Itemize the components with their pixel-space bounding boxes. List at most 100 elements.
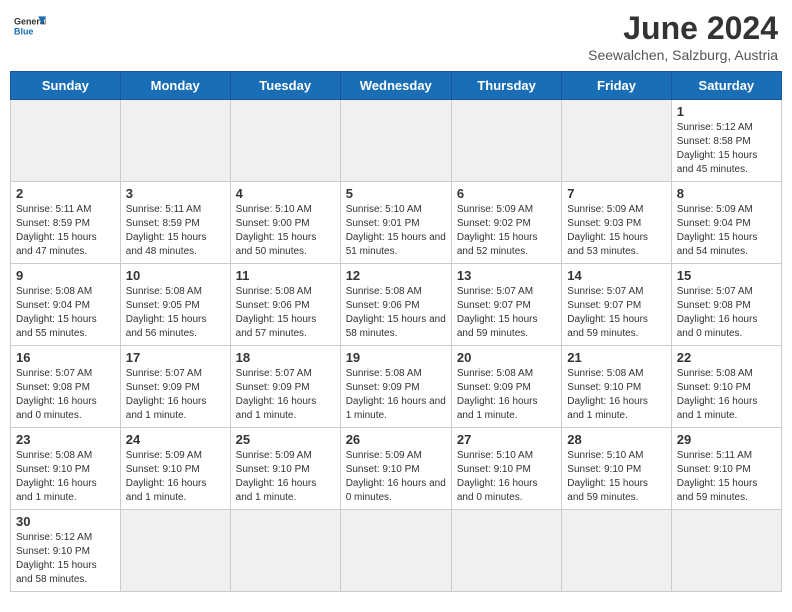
calendar-day-cell: 9 Sunrise: 5:08 AMSunset: 9:04 PMDaylight… [11,264,121,346]
location: Seewalchen, Salzburg, Austria [588,47,778,63]
calendar-day-cell: 25 Sunrise: 5:09 AMSunset: 9:10 PMDayligh… [230,428,340,510]
calendar-table: SundayMondayTuesdayWednesdayThursdayFrid… [10,71,782,592]
day-number: 4 [236,186,335,201]
calendar-day-cell: 21Sunrise: 5:08 AMSunset: 9:10 PMDayligh… [562,346,671,428]
day-info: Sunrise: 5:12 AMSunset: 9:10 PMDaylight:… [16,531,115,587]
calendar-day-cell: 8Sunrise: 5:09 AMSunset: 9:04 PMDaylight… [671,182,781,264]
calendar-week-row: 30 Sunrise: 5:12 AMSunset: 9:10 PMDayligh… [11,510,782,592]
calendar-day-cell [120,100,230,182]
calendar-week-row: 23Sunrise: 5:08 AMSunset: 9:10 PMDayligh… [11,428,782,510]
calendar-day-cell: 15Sunrise: 5:07 AMSunset: 9:08 PMDayligh… [671,264,781,346]
day-info: Sunrise: 5:08 AMSunset: 9:06 PMDaylight:… [346,285,446,341]
day-number: 24 [126,432,225,447]
day-info: Sunrise: 5:08 AMSunset: 9:04 PMDaylight:… [16,285,115,341]
calendar-day-cell: 16Sunrise: 5:07 AMSunset: 9:08 PMDayligh… [11,346,121,428]
day-of-week-header: Saturday [671,72,781,100]
day-info: Sunrise: 5:08 AMSunset: 9:06 PMDaylight:… [236,285,335,341]
calendar-day-cell: 26Sunrise: 5:09 AMSunset: 9:10 PMDayligh… [340,428,451,510]
day-info: Sunrise: 5:09 AMSunset: 9:10 PMDaylight:… [346,449,446,505]
day-number: 9 [16,268,115,283]
calendar-day-cell [451,100,561,182]
day-info: Sunrise: 5:11 AMSunset: 8:59 PMDaylight:… [16,203,115,259]
day-of-week-header: Sunday [11,72,121,100]
day-number: 29 [677,432,776,447]
calendar-day-cell: 22Sunrise: 5:08 AMSunset: 9:10 PMDayligh… [671,346,781,428]
calendar-day-cell: 18Sunrise: 5:07 AMSunset: 9:09 PMDayligh… [230,346,340,428]
day-number: 6 [457,186,556,201]
day-info: Sunrise: 5:07 AMSunset: 9:08 PMDaylight:… [677,285,776,341]
day-of-week-header: Friday [562,72,671,100]
day-info: Sunrise: 5:07 AMSunset: 9:08 PMDaylight:… [16,367,115,423]
calendar-day-cell: 29Sunrise: 5:11 AMSunset: 9:10 PMDayligh… [671,428,781,510]
day-number: 12 [346,268,446,283]
calendar-day-cell: 13 Sunrise: 5:07 AMSunset: 9:07 PMDayligh… [451,264,561,346]
day-info: Sunrise: 5:07 AMSunset: 9:07 PMDaylight:… [457,285,556,341]
day-number: 1 [677,104,776,119]
day-of-week-header: Thursday [451,72,561,100]
calendar-day-cell: 23Sunrise: 5:08 AMSunset: 9:10 PMDayligh… [11,428,121,510]
calendar-day-cell: 4 Sunrise: 5:10 AMSunset: 9:00 PMDaylight… [230,182,340,264]
calendar-day-cell [562,100,671,182]
calendar-day-cell [230,510,340,592]
day-info: Sunrise: 5:07 AMSunset: 9:07 PMDaylight:… [567,285,665,341]
calendar-week-row: 16Sunrise: 5:07 AMSunset: 9:08 PMDayligh… [11,346,782,428]
calendar-day-cell [562,510,671,592]
calendar-day-cell: 27 Sunrise: 5:10 AMSunset: 9:10 PMDayligh… [451,428,561,510]
day-info: Sunrise: 5:11 AMSunset: 8:59 PMDaylight:… [126,203,225,259]
day-number: 25 [236,432,335,447]
day-number: 23 [16,432,115,447]
day-of-week-header: Monday [120,72,230,100]
day-info: Sunrise: 5:10 AMSunset: 9:10 PMDaylight:… [567,449,665,505]
day-number: 28 [567,432,665,447]
day-info: Sunrise: 5:08 AMSunset: 9:09 PMDaylight:… [457,367,556,423]
calendar-day-cell: 17Sunrise: 5:07 AMSunset: 9:09 PMDayligh… [120,346,230,428]
title-block: June 2024 Seewalchen, Salzburg, Austria [588,10,778,63]
day-number: 20 [457,350,556,365]
page-header: General Blue June 2024 Seewalchen, Salzb… [10,10,782,63]
day-number: 5 [346,186,446,201]
calendar-day-cell: 20 Sunrise: 5:08 AMSunset: 9:09 PMDayligh… [451,346,561,428]
day-info: Sunrise: 5:09 AMSunset: 9:02 PMDaylight:… [457,203,556,259]
day-info: Sunrise: 5:09 AMSunset: 9:10 PMDaylight:… [236,449,335,505]
day-number: 10 [126,268,225,283]
day-number: 7 [567,186,665,201]
day-number: 22 [677,350,776,365]
day-number: 27 [457,432,556,447]
logo: General Blue [14,10,46,42]
day-number: 30 [16,514,115,529]
calendar-day-cell: 19 Sunrise: 5:08 AMSunset: 9:09 PMDayligh… [340,346,451,428]
day-number: 17 [126,350,225,365]
day-info: Sunrise: 5:10 AMSunset: 9:01 PMDaylight:… [346,203,446,259]
calendar-day-cell: 6 Sunrise: 5:09 AMSunset: 9:02 PMDaylight… [451,182,561,264]
day-number: 21 [567,350,665,365]
day-info: Sunrise: 5:10 AMSunset: 9:10 PMDaylight:… [457,449,556,505]
calendar-day-cell: 1Sunrise: 5:12 AMSunset: 8:58 PMDaylight… [671,100,781,182]
day-info: Sunrise: 5:08 AMSunset: 9:09 PMDaylight:… [346,367,446,423]
month-title: June 2024 [588,10,778,47]
calendar-day-cell [11,100,121,182]
calendar-header-row: SundayMondayTuesdayWednesdayThursdayFrid… [11,72,782,100]
calendar-day-cell: 5 Sunrise: 5:10 AMSunset: 9:01 PMDaylight… [340,182,451,264]
day-info: Sunrise: 5:10 AMSunset: 9:00 PMDaylight:… [236,203,335,259]
calendar-day-cell [340,510,451,592]
day-number: 14 [567,268,665,283]
calendar-day-cell: 3 Sunrise: 5:11 AMSunset: 8:59 PMDaylight… [120,182,230,264]
calendar-day-cell: 28 Sunrise: 5:10 AMSunset: 9:10 PMDayligh… [562,428,671,510]
calendar-week-row: 1Sunrise: 5:12 AMSunset: 8:58 PMDaylight… [11,100,782,182]
calendar-day-cell [230,100,340,182]
calendar-day-cell [120,510,230,592]
day-number: 19 [346,350,446,365]
day-number: 2 [16,186,115,201]
calendar-day-cell: 11 Sunrise: 5:08 AMSunset: 9:06 PMDayligh… [230,264,340,346]
calendar-day-cell: 12 Sunrise: 5:08 AMSunset: 9:06 PMDayligh… [340,264,451,346]
day-number: 13 [457,268,556,283]
calendar-day-cell: 10Sunrise: 5:08 AMSunset: 9:05 PMDayligh… [120,264,230,346]
day-number: 3 [126,186,225,201]
day-number: 11 [236,268,335,283]
calendar-day-cell: 30 Sunrise: 5:12 AMSunset: 9:10 PMDayligh… [11,510,121,592]
day-number: 18 [236,350,335,365]
calendar-day-cell: 14 Sunrise: 5:07 AMSunset: 9:07 PMDayligh… [562,264,671,346]
svg-text:Blue: Blue [14,26,33,36]
day-number: 8 [677,186,776,201]
calendar-day-cell [451,510,561,592]
